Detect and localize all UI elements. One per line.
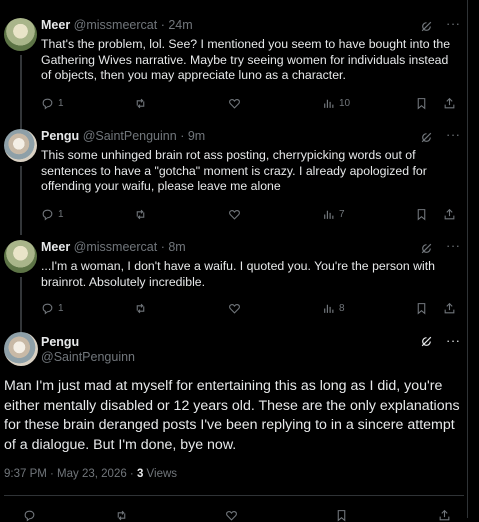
share-icon: [444, 302, 455, 313]
timestamp[interactable]: 9m: [188, 129, 205, 143]
display-name[interactable]: Meer: [41, 18, 70, 32]
post-timestamp[interactable]: 9:37 PM · May 23, 2026 ·: [4, 468, 137, 480]
avatar[interactable]: [4, 129, 37, 162]
more-icon[interactable]: ···: [446, 127, 461, 142]
share-icon: [444, 208, 455, 219]
share-button[interactable]: [443, 95, 456, 111]
views-icon: [324, 304, 334, 313]
thread-line: [20, 166, 22, 235]
views-count: 10: [339, 97, 351, 109]
views-button[interactable]: 7: [322, 206, 345, 222]
reply-button[interactable]: 1: [41, 95, 64, 111]
post-text: Man I'm just mad at myself for entertain…: [4, 378, 460, 453]
post-meta: 9:37 PM · May 23, 2026 · 3 Views: [4, 468, 177, 480]
bookmark-button[interactable]: [415, 206, 428, 222]
post-header: Pengu @SaintPenguinn · 9m: [41, 129, 206, 143]
grok-icon[interactable]: [420, 335, 433, 348]
views-count: 8: [339, 302, 345, 314]
reply-icon: [42, 303, 53, 314]
like-button[interactable]: [228, 206, 241, 222]
post-text: ...I'm a woman, I don't have a waifu. I …: [41, 259, 435, 289]
reply-icon: [42, 209, 53, 220]
thread-line: [20, 277, 22, 332]
share-button[interactable]: [443, 300, 456, 316]
display-name[interactable]: Pengu: [41, 129, 79, 143]
bookmark-icon: [417, 208, 426, 221]
action-bar: 1 10: [41, 95, 459, 111]
views-button[interactable]: 10: [322, 95, 350, 111]
like-icon: [229, 98, 240, 109]
grok-icon[interactable]: [420, 131, 433, 144]
like-icon: [229, 303, 240, 314]
reply-count: 1: [58, 302, 64, 314]
repost-icon[interactable]: [115, 509, 128, 522]
action-bar: 1 7: [41, 206, 459, 222]
post-header: Meer @missmeercat · 24m: [41, 18, 193, 32]
bookmark-button[interactable]: [415, 300, 428, 316]
repost-button[interactable]: [134, 300, 147, 316]
repost-button[interactable]: [134, 206, 147, 222]
thread-line: [20, 55, 22, 135]
views-button[interactable]: 8: [322, 300, 345, 316]
action-bar: [0, 506, 468, 522]
avatar[interactable]: [4, 18, 37, 51]
reply-count: 1: [58, 97, 64, 109]
reply-icon: [42, 98, 53, 109]
avatar[interactable]: [4, 240, 37, 273]
reply-button[interactable]: 1: [41, 206, 64, 222]
action-bar: 1 8: [41, 300, 459, 316]
repost-icon: [136, 98, 145, 108]
post-text: That's the problem, lol. See? I mentione…: [41, 37, 451, 82]
like-button[interactable]: [228, 300, 241, 316]
bookmark-icon: [417, 302, 426, 315]
avatar[interactable]: [4, 332, 38, 366]
share-icon: [444, 97, 455, 108]
like-icon: [229, 209, 240, 220]
repost-icon: [136, 209, 145, 219]
reply-count: 1: [58, 208, 64, 220]
like-icon[interactable]: [225, 509, 238, 522]
grok-icon[interactable]: [420, 242, 433, 255]
reply-icon[interactable]: [23, 509, 36, 522]
more-icon[interactable]: ···: [446, 16, 461, 31]
display-name[interactable]: Meer: [41, 240, 70, 254]
views-icon: [324, 210, 334, 219]
timestamp[interactable]: 24m: [168, 18, 192, 32]
handle[interactable]: @missmeercat: [74, 18, 158, 32]
repost-icon: [136, 303, 145, 313]
share-button[interactable]: [443, 206, 456, 222]
handle[interactable]: @missmeercat: [74, 240, 158, 254]
share-icon[interactable]: [438, 509, 451, 522]
handle[interactable]: @SaintPenguinn: [41, 350, 135, 364]
divider: [4, 495, 464, 496]
more-icon[interactable]: ···: [446, 238, 461, 253]
post-header: Meer @missmeercat · 8m: [41, 240, 186, 254]
views-count: 7: [339, 208, 345, 220]
display-name[interactable]: Pengu: [41, 335, 79, 349]
handle[interactable]: @SaintPenguinn: [83, 129, 177, 143]
timestamp[interactable]: 8m: [168, 240, 185, 254]
like-button[interactable]: [228, 95, 241, 111]
bookmark-icon[interactable]: [335, 509, 348, 522]
views-label: Views: [143, 468, 178, 480]
more-icon[interactable]: ···: [446, 333, 461, 348]
bookmark-button[interactable]: [415, 95, 428, 111]
views-icon: [324, 99, 334, 108]
bookmark-icon: [417, 97, 426, 110]
repost-button[interactable]: [134, 95, 147, 111]
grok-icon[interactable]: [420, 20, 433, 33]
reply-button[interactable]: 1: [41, 300, 64, 316]
post-text: This some unhinged brain rot ass posting…: [41, 148, 427, 193]
